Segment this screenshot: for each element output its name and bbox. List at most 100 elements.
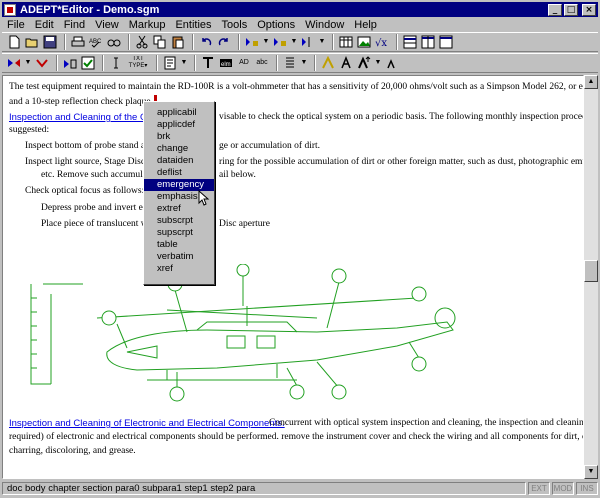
element-path: doc body chapter section para0 subpara1 … [2,482,526,495]
step-text: Inspect bottom of probe stand and [25,141,155,151]
validate-icon[interactable] [62,55,78,71]
substep-text: Disc aperture [219,219,270,229]
table-icon[interactable] [338,34,354,50]
helicopter-diagram [30,264,456,402]
tile-horizontal-icon[interactable] [402,34,418,50]
svg-text:elm: elm [221,62,231,68]
print-icon[interactable] [70,34,86,50]
split-element-icon[interactable] [300,34,316,50]
spell-check-icon[interactable]: ABC [88,34,104,50]
cascade-icon[interactable] [438,34,454,50]
svg-text:ABC: ABC [89,39,102,45]
find-icon[interactable] [106,34,122,50]
menu-item-applicdef[interactable]: applicdef [144,119,214,131]
type-icon[interactable]: TXT TYPE▾ [126,55,150,71]
cursor-icon[interactable] [108,55,124,71]
menu-file[interactable]: File [2,18,30,32]
menu-item-applicabil[interactable]: applicabil [144,107,214,119]
open-folder-icon[interactable] [24,34,40,50]
menu-item-table[interactable]: table [144,239,214,251]
menu-options[interactable]: Options [252,18,300,32]
minimize-button[interactable]: _ [548,3,562,16]
menu-help[interactable]: Help [349,18,382,32]
paste-icon[interactable] [170,34,186,50]
menu-markup[interactable]: Markup [124,18,171,32]
menu-item-deflist[interactable]: deflist [144,167,214,179]
vertical-scrollbar[interactable]: ▲ ▼ [584,75,598,479]
status-bar: doc body chapter section para0 subpara1 … [2,481,598,496]
menu-item-subscrpt[interactable]: subscrpt [144,215,214,227]
heading-link-electronic[interactable]: Inspection and Cleaning of Electronic an… [9,418,285,429]
save-icon[interactable] [42,34,58,50]
document-pane[interactable]: The test equipment required to maintain … [2,75,584,479]
menu-item-xref[interactable]: xref [144,263,214,275]
close-button[interactable]: × [582,3,596,16]
maximize-button[interactable]: □ [564,3,578,16]
font-icon[interactable] [338,55,354,71]
paragraph-text: charring, discoloring, and grease. [9,446,136,456]
font-size-up-icon[interactable] [356,55,372,71]
menu-view[interactable]: View [90,18,124,32]
paragraph-text: Concurrent with optical system inspectio… [269,418,584,428]
paragraph-text: suggested: [9,125,50,135]
sort-icon[interactable] [282,55,298,71]
markup-toolbar: ▼ TXT TYPE▾ ▼ elm AD abc ▼ ▼ [2,53,598,73]
scroll-up-button[interactable]: ▲ [584,75,598,89]
cut-icon[interactable] [134,34,150,50]
paragraph-text: required) of electronic and electrical c… [9,432,584,442]
menu-edit[interactable]: Edit [30,18,59,32]
window-title: ADEPT*Editor - Demo.sgm [20,3,160,16]
application-window: ADEPT*Editor - Demo.sgm _ □ × File Edit … [0,0,600,498]
format-icon[interactable] [320,55,336,71]
paragraph-text: The test equipment required to maintain … [9,82,584,92]
menu-entities[interactable]: Entities [170,18,216,32]
attribute-icon[interactable] [162,55,178,71]
menu-item-brk[interactable]: brk [144,131,214,143]
heading-link-optical[interactable]: Inspection and Cleaning of the Op [9,112,153,123]
paragraph-text: visable to check the optical system on a… [219,112,584,122]
text-icon[interactable] [200,55,216,71]
menu-item-dataiden[interactable]: dataiden [144,155,214,167]
abc-icon[interactable]: abc [254,55,270,71]
ext-indicator: EXT [528,482,550,495]
mod-indicator: MOD [552,482,574,495]
app-icon[interactable] [4,3,16,16]
step-text: Check optical focus as follows: [25,186,145,196]
change-element-icon[interactable] [272,34,288,50]
tag-hide-icon[interactable] [34,55,50,71]
substep-text: Place piece of translucent wh [41,219,153,229]
step-text: Inspect light source, Stage Disc a [25,157,152,167]
step-text: etc. Remove such accumulatio [41,170,158,180]
insert-entity-icon[interactable]: elm [218,55,234,71]
mouse-pointer-icon [198,190,210,206]
new-file-icon[interactable] [6,34,22,50]
insert-element-icon[interactable] [244,34,260,50]
scroll-thumb[interactable] [584,260,598,282]
equation-icon[interactable]: √x [374,34,390,50]
menu-find[interactable]: Find [59,18,90,32]
ad-icon[interactable]: AD [236,55,252,71]
menu-item-supscrpt[interactable]: supscrpt [144,227,214,239]
redo-icon[interactable] [216,34,232,50]
menu-window[interactable]: Window [300,18,349,32]
undo-icon[interactable] [198,34,214,50]
copy-icon[interactable] [152,34,168,50]
svg-text:√x: √x [375,38,387,49]
step-text: ring for the possible accumulation of di… [219,157,584,167]
font-size-down-icon[interactable] [384,55,400,71]
checkbox-icon[interactable] [80,55,96,71]
menu-item-change[interactable]: change [144,143,214,155]
menu-tools[interactable]: Tools [217,18,253,32]
step-text: ge or accumulation of dirt. [219,141,321,151]
substep-text: Depress probe and invert ent [41,203,151,213]
menu-bar: File Edit Find View Markup Entities Tool… [2,18,598,32]
tile-vertical-icon[interactable] [420,34,436,50]
paragraph-text: and a 10-step reflection check plaque. [9,95,158,107]
menu-item-verbatim[interactable]: verbatim [144,251,214,263]
step-text: ail below. [219,170,256,180]
tag-show-icon[interactable] [6,55,22,71]
standard-toolbar: ABC ▼ ▼ ▼ √x [2,32,598,52]
title-bar[interactable]: ADEPT*Editor - Demo.sgm _ □ × [2,2,598,17]
scroll-down-button[interactable]: ▼ [584,465,598,479]
graphic-icon[interactable] [356,34,372,50]
